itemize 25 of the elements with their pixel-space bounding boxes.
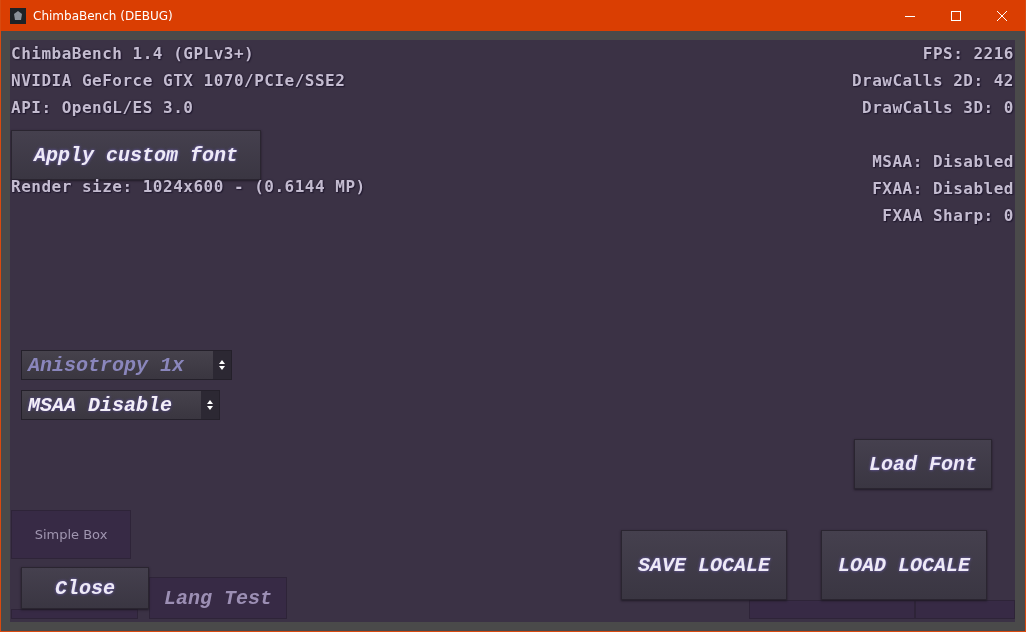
up-down-arrows-icon [219, 360, 225, 370]
maximize-icon [951, 10, 961, 21]
button[interactable]: SAVE LOCALE [621, 530, 787, 600]
simple-box[interactable]: Simple Box [11, 510, 131, 559]
stat-text: DrawCalls 2D: 42 [851, 70, 1014, 92]
app-icon [10, 7, 26, 24]
stat-text: MSAA: Disabled [872, 151, 1014, 173]
window-title: ChimbaBench (DEBUG) [33, 8, 173, 23]
stat-text: FXAA Sharp: 0 [882, 205, 1014, 227]
info-text: NVIDIA GeForce GTX 1070/PCIe/SSE2 [11, 70, 346, 92]
button[interactable]: Load Font [854, 439, 992, 489]
button[interactable]: Lang Test [149, 577, 287, 619]
button[interactable]: Close [21, 567, 149, 609]
up-down-arrows-icon [207, 400, 213, 410]
stat-text: DrawCalls 3D: 0 [862, 97, 1014, 119]
dropdown-value: Anisotropy 1x [22, 351, 213, 379]
info-text: ChimbaBench 1.4 (GPLv3+) [11, 43, 256, 65]
dropdown-value: MSAA Disable [22, 391, 201, 419]
stat-text: FPS: 2216 [922, 43, 1014, 65]
button[interactable]: Apply custom font [11, 130, 261, 180]
info-text: API: OpenGL/ES 3.0 [11, 97, 195, 119]
dropdown[interactable]: MSAA Disable [21, 390, 220, 420]
close-icon [997, 10, 1007, 21]
button[interactable]: LOAD LOCALE [821, 530, 987, 600]
stat-text: FXAA: Disabled [872, 178, 1014, 200]
